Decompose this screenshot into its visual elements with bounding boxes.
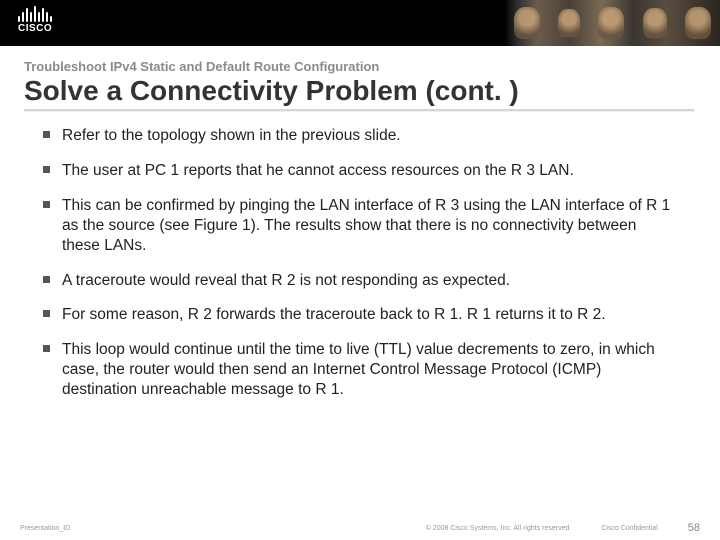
content-area: Refer to the topology shown in the previ… bbox=[42, 126, 678, 399]
list-item: For some reason, R 2 forwards the tracer… bbox=[42, 305, 678, 325]
list-item: This can be confirmed by pinging the LAN… bbox=[42, 196, 678, 255]
list-item: The user at PC 1 reports that he cannot … bbox=[42, 161, 678, 181]
header-photo-strip bbox=[505, 0, 720, 46]
page-number: 58 bbox=[688, 522, 700, 534]
list-item: A traceroute would reveal that R 2 is no… bbox=[42, 271, 678, 291]
list-item: Refer to the topology shown in the previ… bbox=[42, 126, 678, 146]
footer-left: Presentation_ID bbox=[20, 525, 70, 532]
footer-confidential: Cisco Confidential bbox=[601, 525, 657, 532]
logo-text: CISCO bbox=[18, 23, 52, 34]
footer-copyright: © 2008 Cisco Systems, Inc. All rights re… bbox=[426, 525, 572, 532]
page-title: Solve a Connectivity Problem (cont. ) bbox=[24, 76, 720, 105]
footer: Presentation_ID © 2008 Cisco Systems, In… bbox=[0, 522, 720, 534]
cisco-logo: CISCO bbox=[18, 4, 52, 34]
header-bar: CISCO bbox=[0, 0, 720, 46]
title-divider bbox=[24, 109, 694, 112]
section-label: Troubleshoot IPv4 Static and Default Rou… bbox=[24, 59, 720, 74]
logo-bars-icon bbox=[18, 4, 52, 22]
bullet-list: Refer to the topology shown in the previ… bbox=[42, 126, 678, 399]
list-item: This loop would continue until the time … bbox=[42, 340, 678, 399]
